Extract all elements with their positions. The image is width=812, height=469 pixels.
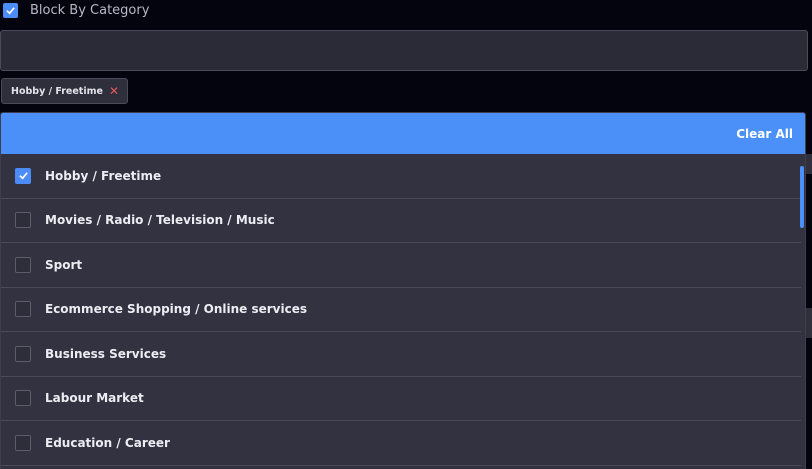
category-option[interactable]: Hobby / Freetime xyxy=(1,154,801,199)
option-label: Hobby / Freetime xyxy=(45,168,162,183)
category-search-input[interactable] xyxy=(0,30,808,71)
dropdown-scrollbar[interactable] xyxy=(800,154,804,469)
option-label: Labour Market xyxy=(45,391,144,406)
option-checkbox[interactable] xyxy=(15,256,31,273)
option-checkbox[interactable] xyxy=(15,434,31,451)
tag-chip-label: Hobby / Freetime xyxy=(11,85,103,97)
block-by-category-toggle[interactable]: Block By Category xyxy=(3,1,149,19)
option-checkbox[interactable] xyxy=(15,167,31,184)
category-dropdown: Clear All Hobby / Freetime Movies / Radi… xyxy=(0,112,806,469)
close-icon[interactable]: ✕ xyxy=(109,85,119,97)
option-label: Sport xyxy=(45,257,83,272)
option-checkbox[interactable] xyxy=(15,345,31,362)
header-checkbox[interactable] xyxy=(3,2,18,18)
option-checkbox[interactable] xyxy=(15,301,31,318)
option-label: Education / Career xyxy=(45,435,170,450)
header-label: Block By Category xyxy=(30,2,150,18)
option-label: Movies / Radio / Television / Music xyxy=(45,213,275,228)
option-checkbox[interactable] xyxy=(15,390,31,407)
option-checkbox[interactable] xyxy=(15,212,31,229)
clear-all-button[interactable]: Clear All xyxy=(736,127,793,141)
category-option[interactable]: Education / Career xyxy=(1,421,801,466)
category-option[interactable]: Ecommerce Shopping / Online services xyxy=(1,288,801,332)
dropdown-header: Clear All xyxy=(1,113,805,154)
category-option[interactable]: Business Services xyxy=(1,332,801,377)
category-option[interactable]: Movies / Radio / Television / Music xyxy=(1,199,801,243)
category-option[interactable]: Labour Market xyxy=(1,377,801,421)
option-label: Ecommerce Shopping / Online services xyxy=(45,302,308,317)
category-options-list: Hobby / Freetime Movies / Radio / Televi… xyxy=(1,154,805,466)
option-label: Business Services xyxy=(45,346,167,361)
category-option[interactable]: Sport xyxy=(1,243,801,288)
block-by-category-panel: Block By Category Hobby / Freetime ✕ Cle… xyxy=(0,0,812,469)
check-icon xyxy=(18,172,28,180)
selected-tag-chip: Hobby / Freetime ✕ xyxy=(1,78,129,104)
check-icon xyxy=(6,6,15,14)
scrollbar-thumb[interactable] xyxy=(800,166,804,228)
